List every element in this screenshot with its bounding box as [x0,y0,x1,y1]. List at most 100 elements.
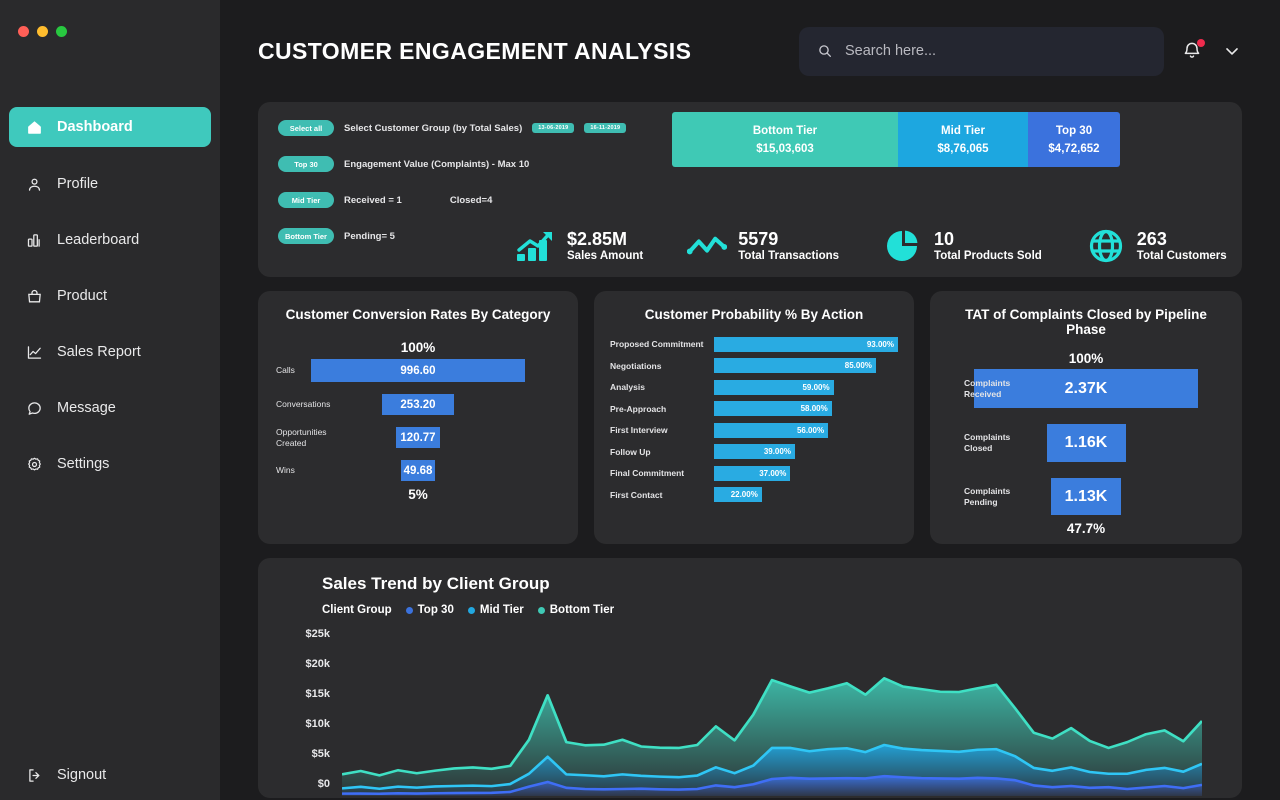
bar-fill[interactable]: 37.00% [714,465,791,481]
bar-fill[interactable]: 93.00% [714,336,898,352]
filter-pill-select-all[interactable]: Select all [278,120,334,136]
sidebar-item-product[interactable]: Product [9,277,211,315]
sidebar-item-message[interactable]: Message [9,389,211,427]
date-chip-to[interactable]: 16-11-2019 [584,123,627,133]
bar-fill[interactable]: 22.00% [714,487,762,502]
tier-card-bottom[interactable]: Bottom Tier $15,03,603 [672,112,898,167]
chevron-down-icon[interactable] [1222,41,1242,61]
funnel-row-label: Opportunities Created [276,426,327,448]
bar-fill[interactable]: 85.00% [714,358,876,373]
funnel-row-bar[interactable]: 1.13K [1051,478,1121,515]
minimize-window-icon[interactable] [37,26,48,37]
main-content: CUSTOMER ENGAGEMENT ANALYSIS Search here… [220,0,1280,800]
card-title: Sales Trend by Client Group [322,574,550,593]
tier-summary-bar: Bottom Tier $15,03,603 Mid Tier $8,76,06… [672,112,1120,167]
page-title: CUSTOMER ENGAGEMENT ANALYSIS [258,37,692,64]
signout-label: Signout [57,767,107,783]
notification-bell-button[interactable] [1182,39,1205,62]
funnel-bottom-caption: 5% [408,487,428,502]
legend-item-label: Top 30 [417,604,454,616]
search-input[interactable] [845,43,1146,59]
bar-fill[interactable]: 39.00% [714,444,795,459]
chat-bubble-icon [25,399,43,417]
bar-track: 58.00% [714,401,898,416]
funnel-row-bar[interactable]: 49.68 [401,460,435,481]
funnel-row: Complaints Received 2.37K [946,369,1226,408]
close-window-icon[interactable] [18,26,29,37]
sidebar-item-label: Profile [57,176,99,192]
kpi-value: 10 [934,229,955,250]
card-tat-complaints: TAT of Complaints Closed by Pipeline Pha… [930,291,1242,544]
tier-card-top30[interactable]: Top 30 $4,72,652 [1028,112,1120,167]
y-axis: $25k $20k $15k $10k $5k $0 [280,626,330,790]
funnel-row: Complaints Closed 1.16K [946,424,1226,462]
chart-card-row: Customer Conversion Rates By Category 10… [258,291,1242,544]
sidebar: Dashboard Profile Leaderboard Product Sa… [0,0,220,800]
tier-name: Bottom Tier [752,124,818,137]
growth-bar-icon [516,229,556,263]
bar-row: Final Commitment 37.00% [610,465,898,481]
sidebar-item-sales-report[interactable]: Sales Report [9,333,211,371]
funnel-row-bar[interactable]: 120.77 [396,427,440,448]
bar-fill[interactable]: 59.00% [714,379,834,395]
kpi-label: Sales Amount [567,249,644,262]
filter-pill-top-30[interactable]: Top 30 [278,156,334,172]
kpi-total-transactions: 5579 Total Transactions [687,229,839,263]
filter-pill-mid-tier[interactable]: Mid Tier [278,192,334,208]
bar-row: Proposed Commitment 93.00% [610,336,898,352]
sidebar-item-dashboard[interactable]: Dashboard [9,107,211,147]
tier-card-mid[interactable]: Mid Tier $8,76,065 [898,112,1028,167]
pie-chart-icon [883,229,923,263]
filter-label-received: Received = 1 [344,194,402,206]
date-chip-from[interactable]: 13-06-2019 [532,123,575,133]
sidebar-item-signout[interactable]: Signout [9,756,211,794]
sidebar-item-settings[interactable]: Settings [9,445,211,483]
funnel-row-label: Calls [276,365,295,376]
bar-fill[interactable]: 56.00% [714,422,829,438]
tat-funnel-chart: 100% Complaints Received 2.37K Complaint… [946,341,1226,536]
maximize-window-icon[interactable] [56,26,67,37]
sidebar-item-leaderboard[interactable]: Leaderboard [9,221,211,259]
sidebar-item-label: Product [57,288,107,304]
funnel-row-bar[interactable]: 253.20 [382,394,454,415]
card-title: Customer Conversion Rates By Category [285,307,551,322]
filter-pill-bottom-tier[interactable]: Bottom Tier [278,228,334,244]
card-customer-probability: Customer Probability % By Action Propose… [594,291,914,544]
funnel-row-bar[interactable]: 996.60 [311,359,525,382]
kpi-label: Total Products Sold [934,249,1042,262]
header-actions [799,26,1242,76]
y-tick-label: $0 [317,778,330,790]
sidebar-item-profile[interactable]: Profile [9,165,211,203]
tier-value: $4,72,652 [1048,142,1100,155]
filter-label-pending: Pending= 5 [344,230,395,242]
area-chart-plot: $25k $20k $15k $10k $5k $0 [280,626,1224,796]
sidebar-item-label: Sales Report [57,344,141,360]
legend-item-mid-tier[interactable]: Mid Tier [467,604,524,616]
funnel-row-bar[interactable]: 1.16K [1046,424,1126,462]
header-bar: CUSTOMER ENGAGEMENT ANALYSIS [258,0,1242,102]
legend-item-bottom-tier[interactable]: Bottom Tier [537,604,614,616]
search-box[interactable] [799,26,1164,76]
kpi-label: Total Customers [1136,249,1227,262]
sidebar-item-label: Leaderboard [57,232,140,248]
kpi-total-customers: 263 Total Customers [1086,229,1227,263]
legend-item-top30[interactable]: Top 30 [405,604,454,616]
home-icon [25,118,43,136]
bar-track: 85.00% [714,358,898,373]
bar-row: Analysis 59.00% [610,379,898,395]
window-traffic-lights [0,0,220,37]
sidebar-item-label: Message [57,400,116,416]
bar-row: Negotiations 85.00% [610,358,898,374]
logout-icon [25,766,43,784]
bar-row-label: Proposed Commitment [610,339,704,349]
kpi-text: $2.85M Sales Amount [567,230,643,262]
legend-item-label: Mid Tier [479,604,524,616]
kpi-label: Total Transactions [738,249,840,262]
bar-track: 56.00% [714,422,898,438]
bar-fill[interactable]: 58.00% [714,401,832,416]
bar-row-label: First Contact [610,489,663,500]
gear-icon [25,455,43,473]
kpi-text: 5579 Total Transactions [738,230,839,262]
customer-group-filter-pills: Select all Top 30 Mid Tier Bottom Tier [278,120,334,264]
zigzag-line-icon [687,229,728,263]
